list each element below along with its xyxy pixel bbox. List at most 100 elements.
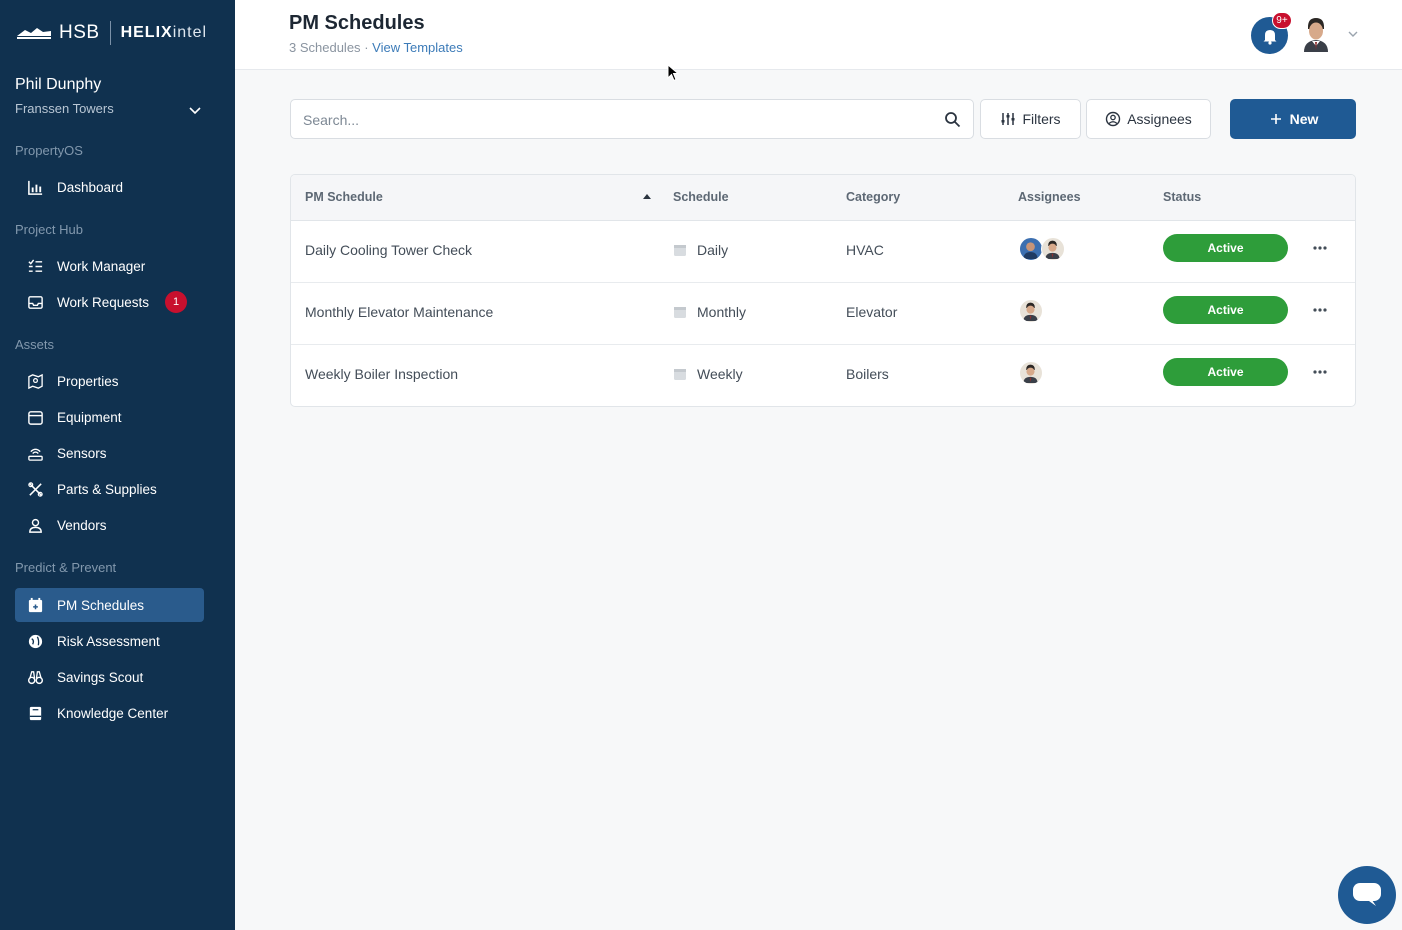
column-header-pm-schedule[interactable]: PM Schedule bbox=[305, 190, 383, 204]
vendor-icon bbox=[26, 516, 44, 534]
new-schedule-button[interactable]: New bbox=[1230, 99, 1356, 139]
sidebar-item-risk-assessment[interactable]: Risk Assessment bbox=[15, 624, 204, 658]
sidebar-item-label: Properties bbox=[57, 373, 119, 389]
avatar[interactable] bbox=[1019, 299, 1043, 323]
sidebar-item-dashboard[interactable]: Dashboard bbox=[15, 170, 204, 204]
sidebar-item-work-manager[interactable]: Work Manager bbox=[15, 249, 204, 283]
sidebar-item-label: Dashboard bbox=[57, 179, 124, 195]
sidebar-item-label: Equipment bbox=[57, 409, 122, 425]
more-options-icon[interactable] bbox=[1309, 364, 1331, 380]
sidebar-item-properties[interactable]: Properties bbox=[15, 364, 204, 398]
table-header: PM Schedule Schedule Category Assignees … bbox=[291, 175, 1355, 221]
tools-icon bbox=[26, 480, 44, 498]
table-row[interactable]: Monthly Elevator Maintenance Monthly Ele… bbox=[291, 283, 1355, 345]
column-header-assignees[interactable]: Assignees bbox=[1018, 190, 1081, 204]
sidebar-item-equipment[interactable]: Equipment bbox=[15, 400, 204, 434]
status-badge[interactable]: Active bbox=[1163, 296, 1288, 324]
view-templates-link[interactable]: View Templates bbox=[372, 40, 463, 55]
search-icon[interactable] bbox=[944, 111, 961, 128]
work-requests-badge: 1 bbox=[165, 291, 188, 313]
status-badge[interactable]: Active bbox=[1163, 234, 1288, 262]
section-label-assets: Assets bbox=[15, 337, 55, 352]
hsb-logo-icon bbox=[17, 28, 51, 39]
search-box bbox=[290, 99, 974, 139]
chat-bubble-icon bbox=[1353, 883, 1381, 906]
assignees-button[interactable]: Assignees bbox=[1086, 99, 1211, 139]
schedule-name[interactable]: Weekly Boiler Inspection bbox=[305, 366, 458, 382]
filters-label: Filters bbox=[1022, 111, 1061, 127]
chart-icon bbox=[26, 178, 44, 196]
logo-divider bbox=[109, 21, 111, 45]
section-label-predict-prevent: Predict & Prevent bbox=[15, 560, 117, 575]
sidebar-item-label: Sensors bbox=[57, 445, 107, 461]
user-property-selector[interactable]: Phil Dunphy Franssen Towers bbox=[15, 76, 205, 116]
avatar[interactable] bbox=[1041, 237, 1065, 261]
chat-widget-button[interactable] bbox=[1338, 866, 1396, 924]
search-input[interactable] bbox=[303, 109, 923, 131]
more-options-icon[interactable] bbox=[1309, 240, 1331, 256]
column-header-category[interactable]: Category bbox=[846, 190, 900, 204]
page-title: PM Schedules bbox=[289, 12, 425, 34]
sidebar-item-label: Work Manager bbox=[57, 258, 146, 274]
schedule-name[interactable]: Daily Cooling Tower Check bbox=[305, 242, 472, 258]
chevron-down-icon[interactable] bbox=[1347, 28, 1359, 40]
column-header-status[interactable]: Status bbox=[1163, 190, 1201, 204]
section-label-project-hub: Project Hub bbox=[15, 222, 83, 237]
assignee-avatars bbox=[1019, 361, 1043, 385]
schedule-name[interactable]: Monthly Elevator Maintenance bbox=[305, 304, 493, 320]
subtitle-separator: · bbox=[364, 40, 369, 55]
hsb-wordmark: HSB bbox=[59, 22, 100, 43]
section-label-propertyos: PropertyOS bbox=[15, 143, 83, 158]
assignee-avatars bbox=[1019, 237, 1065, 261]
sidebar-item-savings-scout[interactable]: Savings Scout bbox=[15, 660, 204, 694]
user-name: Phil Dunphy bbox=[15, 76, 102, 93]
page-subtitle: 3 Schedules · View Templates bbox=[289, 40, 463, 55]
sliders-icon bbox=[1001, 113, 1015, 125]
avatar[interactable] bbox=[1019, 361, 1043, 385]
table-row[interactable]: Daily Cooling Tower Check Daily HVAC Act… bbox=[291, 221, 1355, 283]
schedule-frequency: Daily bbox=[697, 242, 729, 258]
book-icon bbox=[26, 704, 44, 722]
sidebar-item-pm-schedules[interactable]: PM Schedules bbox=[15, 588, 204, 622]
sidebar-item-label: Work Requests bbox=[57, 294, 150, 310]
sidebar-item-label: Parts & Supplies bbox=[57, 481, 157, 497]
helix-wordmark: HELIXintel bbox=[120, 24, 208, 41]
user-circle-icon bbox=[1106, 111, 1121, 127]
sidebar-item-label: Vendors bbox=[57, 517, 107, 533]
sensor-icon bbox=[26, 444, 44, 462]
sidebar-item-knowledge-center[interactable]: Knowledge Center bbox=[15, 696, 204, 730]
column-header-schedule[interactable]: Schedule bbox=[673, 190, 729, 204]
schedule-frequency: Weekly bbox=[697, 366, 743, 382]
calendar-icon bbox=[674, 307, 686, 318]
calendar-icon bbox=[26, 596, 44, 614]
sidebar-item-work-requests[interactable]: Work Requests 1 bbox=[15, 285, 204, 319]
assignees-label: Assignees bbox=[1127, 111, 1192, 127]
sort-ascending-icon[interactable] bbox=[642, 192, 652, 200]
sidebar-item-label: Savings Scout bbox=[57, 669, 144, 685]
user-avatar[interactable] bbox=[1300, 16, 1332, 52]
schedule-category: HVAC bbox=[846, 242, 884, 258]
filters-button[interactable]: Filters bbox=[980, 99, 1081, 139]
sidebar-item-vendors[interactable]: Vendors bbox=[15, 508, 204, 542]
new-label: New bbox=[1289, 111, 1319, 127]
more-options-icon[interactable] bbox=[1309, 302, 1331, 318]
logo[interactable]: HSB HELIXintel bbox=[15, 18, 207, 48]
schedule-category: Elevator bbox=[846, 304, 898, 320]
assignee-avatars bbox=[1019, 299, 1043, 323]
sidebar-item-sensors[interactable]: Sensors bbox=[15, 436, 204, 470]
property-name: Franssen Towers bbox=[15, 101, 114, 116]
sidebar-item-label: Knowledge Center bbox=[57, 705, 169, 721]
list-check-icon bbox=[26, 257, 44, 275]
bell-icon bbox=[1263, 29, 1276, 45]
equipment-icon bbox=[26, 408, 44, 426]
avatar[interactable] bbox=[1019, 237, 1043, 261]
table-row[interactable]: Weekly Boiler Inspection Weekly Boilers … bbox=[291, 345, 1355, 406]
notification-count-badge: 9+ bbox=[1272, 12, 1292, 29]
status-badge[interactable]: Active bbox=[1163, 358, 1288, 386]
schedule-frequency: Monthly bbox=[697, 304, 747, 320]
binoculars-icon bbox=[26, 668, 44, 686]
inbox-icon bbox=[26, 293, 44, 311]
top-header: PM Schedules 3 Schedules · View Template… bbox=[235, 0, 1402, 70]
sidebar-item-parts-supplies[interactable]: Parts & Supplies bbox=[15, 472, 204, 506]
calendar-icon bbox=[674, 369, 686, 380]
